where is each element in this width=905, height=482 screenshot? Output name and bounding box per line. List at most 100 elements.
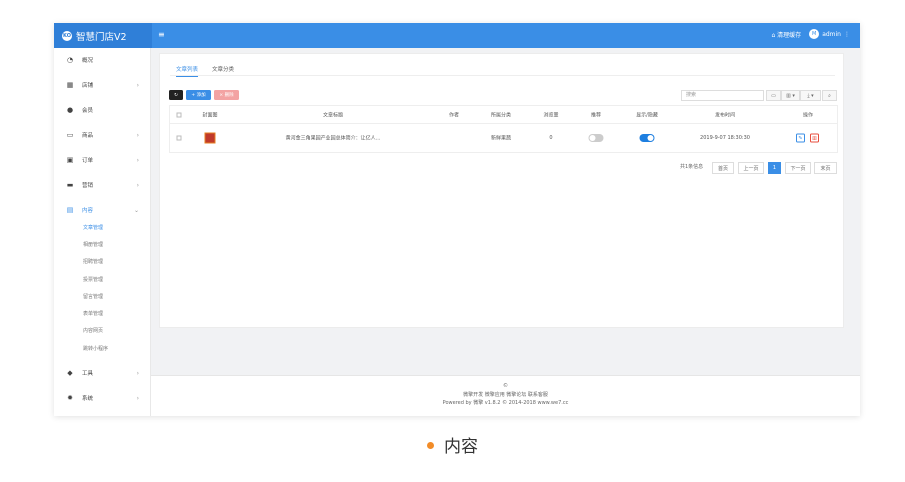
more-icon: ⋮ xyxy=(844,30,850,38)
toggle-knob xyxy=(647,135,654,141)
recommend-toggle[interactable] xyxy=(588,134,604,142)
pencil-icon: ✎ xyxy=(798,135,803,141)
sidebar-item-store[interactable]: ▦ 店铺 › xyxy=(54,78,151,92)
footer-copyright: © xyxy=(503,383,508,389)
top-right-actions: ⌂ 清理缓存 M admin ⋮ xyxy=(771,29,850,39)
search-input[interactable]: 搜索 xyxy=(681,90,764,101)
row-checkbox[interactable] xyxy=(176,135,182,141)
search-button[interactable]: ⌕ xyxy=(822,90,837,101)
menu-toggle-icon[interactable]: ≡ xyxy=(158,30,165,39)
chevron-right-icon: › xyxy=(136,81,139,89)
caption: 内容 xyxy=(0,432,905,457)
brand-logo-icon: KO xyxy=(62,30,72,41)
pager-next[interactable]: 下一页 xyxy=(785,162,811,174)
sidebar-item-tools[interactable]: ◆ 工具 › xyxy=(54,366,151,380)
view-toggle-button[interactable]: ▭ xyxy=(766,90,781,101)
sidebar-subitem-miniprogram[interactable]: 跳转小程序 xyxy=(83,345,108,352)
sidebar-item-members[interactable]: ● 会员 xyxy=(54,103,151,117)
tab-article-list[interactable]: 文章列表 xyxy=(176,65,199,77)
delete-button[interactable]: × 删除 xyxy=(214,90,239,100)
document-icon: ▤ xyxy=(66,206,74,214)
sidebar-item-label: 营销 xyxy=(82,183,94,189)
app-window: KO 智慧门店V2 ≡ ⌂ 清理缓存 M admin ⋮ ◔ 概况 ▦ 店铺 ›… xyxy=(54,23,860,416)
sidebar-item-label: 店铺 xyxy=(82,83,94,89)
chevron-right-icon: › xyxy=(136,369,139,377)
article-table: 封面图 文章标题 作者 所属分类 浏览量 推荐 显示/隐藏 发布时间 操作 黄河… xyxy=(169,105,838,153)
sidebar-item-orders[interactable]: ▣ 订单 › xyxy=(54,153,151,167)
article-views: 0 xyxy=(549,135,553,141)
cart-icon: ▭ xyxy=(66,131,74,139)
header-visibility: 显示/隐藏 xyxy=(636,112,658,118)
avatar: M xyxy=(809,29,820,39)
order-icon: ▣ xyxy=(66,156,74,164)
chevron-right-icon: › xyxy=(136,181,139,189)
export-button[interactable]: ⤓ ▾ xyxy=(800,90,821,101)
sidebar-subitem-webpages[interactable]: 内容网页 xyxy=(83,327,103,334)
trash-icon: ▥ xyxy=(812,135,817,141)
sidebar-item-overview[interactable]: ◔ 概况 xyxy=(54,53,151,67)
grid-icon: ▦ xyxy=(66,81,74,89)
pager-summary: 共1条信息 xyxy=(680,164,704,170)
sidebar-item-label: 系统 xyxy=(82,396,94,402)
sidebar-subitem-albums[interactable]: 相册管理 xyxy=(83,241,103,248)
toggle-knob xyxy=(589,135,596,141)
top-bar: KO 智慧门店V2 ≡ ⌂ 清理缓存 M admin ⋮ xyxy=(54,23,860,48)
export-icon: ⤓ ▾ xyxy=(807,92,814,99)
delete-row-button[interactable]: ▥ xyxy=(810,133,819,143)
tab-bar: 文章列表 文章分类 xyxy=(170,62,835,77)
search-icon: ⌕ xyxy=(828,92,831,99)
cover-thumbnail[interactable] xyxy=(204,132,216,144)
sidebar-subitem-forms[interactable]: 表单管理 xyxy=(83,310,103,317)
sidebar-subitem-articles[interactable]: 文章管理 xyxy=(83,224,103,231)
refresh-button[interactable]: ↻ xyxy=(169,90,183,100)
pager-last[interactable]: 末页 xyxy=(814,162,837,174)
main-panel: 文章列表 文章分类 ↻ + 添加 × 删除 搜索 ▭ ▥ ▾ ⤓ ▾ ⌕ 封面图… xyxy=(159,53,844,328)
sidebar-item-content[interactable]: ▤ 内容 ⌄ xyxy=(54,203,151,217)
user-name: admin xyxy=(822,30,841,38)
edit-button[interactable]: ✎ xyxy=(796,133,805,143)
footer: © 微擎开发 微擎应用 微擎论坛 联系客服 Powered by 微擎 v1.8… xyxy=(151,375,860,416)
user-menu[interactable]: M admin ⋮ xyxy=(809,29,850,39)
header-actions: 操作 xyxy=(802,112,814,118)
dashboard-icon: ◔ xyxy=(66,56,74,64)
sidebar: ◔ 概况 ▦ 店铺 › ● 会员 ▭ 商品 › ▣ 订单 › ▬ 营销 › ▤ xyxy=(54,48,151,416)
sidebar-item-label: 会员 xyxy=(82,108,94,114)
article-category: 新鲜果蔬 xyxy=(490,135,512,142)
pager-prev[interactable]: 上一页 xyxy=(738,162,764,174)
sidebar-item-label: 订单 xyxy=(82,158,94,164)
pager-current[interactable]: 1 xyxy=(768,162,781,174)
sidebar-item-label: 商品 xyxy=(82,133,94,139)
sidebar-item-marketing[interactable]: ▬ 营销 › xyxy=(54,178,151,192)
card-view-icon: ▭ xyxy=(771,92,776,99)
header-recommended: 推荐 xyxy=(590,112,602,118)
table-header: 封面图 文章标题 作者 所属分类 浏览量 推荐 显示/隐藏 发布时间 操作 xyxy=(170,106,837,124)
brand-name: 智慧门店V2 xyxy=(76,31,127,43)
users-icon: ● xyxy=(66,106,74,114)
cube-icon: ◆ xyxy=(67,369,73,377)
select-all-checkbox[interactable] xyxy=(176,112,182,117)
caption-text: 内容 xyxy=(444,437,478,457)
article-title[interactable]: 黄河金三角果园产业园总体简介：让亿人... xyxy=(286,135,381,142)
chevron-down-icon: ⌄ xyxy=(133,206,139,214)
chevron-right-icon: › xyxy=(136,131,139,139)
bullet-dot-icon xyxy=(427,441,434,449)
add-button[interactable]: + 添加 xyxy=(186,90,211,100)
footer-links[interactable]: 微擎开发 微擎应用 微擎论坛 联系客服 xyxy=(151,391,860,398)
sidebar-subitem-messages[interactable]: 留言管理 xyxy=(83,293,103,300)
pager-first[interactable]: 首页 xyxy=(712,162,734,174)
sidebar-item-products[interactable]: ▭ 商品 › xyxy=(54,128,151,142)
clear-cache-label: 清理缓存 xyxy=(777,31,802,39)
brand[interactable]: KO 智慧门店V2 xyxy=(54,23,152,48)
footer-powered: Powered by 微擎 v1.8.2 © 2014-2018 www.we7… xyxy=(442,400,569,406)
refresh-icon: ↻ xyxy=(174,92,178,98)
tab-article-category[interactable]: 文章分类 xyxy=(212,65,234,73)
header-views: 浏览量 xyxy=(543,112,559,118)
visibility-toggle[interactable] xyxy=(639,134,655,142)
sidebar-subitem-jobs[interactable]: 招聘管理 xyxy=(83,258,103,265)
flag-icon: ▬ xyxy=(66,181,74,189)
sidebar-item-system[interactable]: ✹ 系统 › xyxy=(54,391,151,405)
header-author: 作者 xyxy=(448,112,460,118)
clear-cache-button[interactable]: ⌂ 清理缓存 xyxy=(771,30,801,39)
sidebar-subitem-votes[interactable]: 投票管理 xyxy=(83,276,103,283)
columns-button[interactable]: ▥ ▾ xyxy=(781,90,800,101)
